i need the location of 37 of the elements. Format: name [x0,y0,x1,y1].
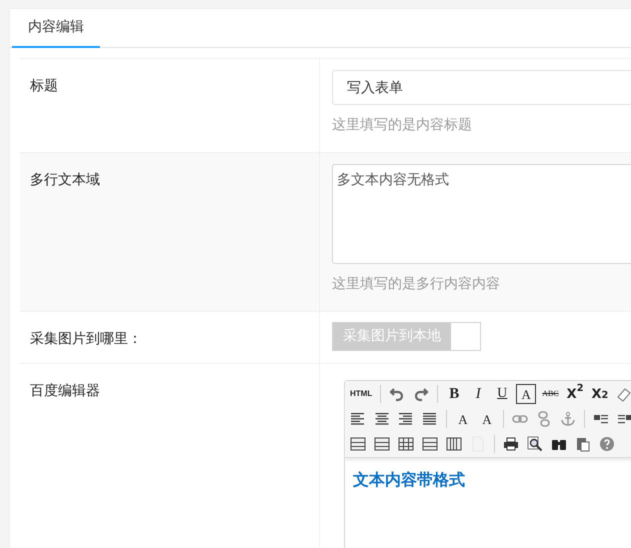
toolbar-button[interactable]: X$^{2}$ [564,384,586,404]
help-icon [599,436,615,452]
toolbar-button[interactable]: A [453,409,473,429]
multiline-textarea[interactable]: 多文本内容无格式 [332,164,631,264]
printer-icon [503,436,519,452]
toolbar-button[interactable]: HTML [348,384,374,404]
toolbar-button[interactable]: A [477,409,497,429]
editor-content: 文本内容带格式 [352,469,466,491]
align-icon [374,411,390,427]
field-label: 标题 [30,78,58,94]
table-icon [350,436,366,452]
toolbar-button[interactable]: B [444,384,464,404]
magnifier-icon [527,436,543,452]
clipboard-icon [575,436,591,452]
table-icon [398,436,414,452]
field-label: 百度编辑器 [30,383,100,399]
redo-icon [413,386,430,402]
unlink-icon [536,411,552,427]
field-hint: 这里填写的是内容标题 [332,116,473,135]
toolbar-button[interactable]: I [468,384,488,404]
field-label: 多行文本域 [30,172,100,188]
field-hint: 这里填写的是多行内容内容 [332,275,501,294]
toolbar-button[interactable]: A [516,384,536,404]
toolbar-button[interactable]: ABC [540,384,561,404]
table-icon [446,436,462,452]
table-icon [422,436,438,452]
align-icon [422,411,438,427]
table-icon [374,436,390,452]
toolbar-button[interactable]: U [492,384,512,404]
align-icon [350,411,366,427]
tab[interactable]: 内容编辑 [12,9,100,48]
title-input[interactable]: 写入表单 [332,70,631,105]
undo-icon [389,386,406,402]
toolbar-button[interactable] [525,434,545,454]
anchor-icon [560,411,576,427]
align-icon [398,411,414,427]
field-label: 采集图片到哪里： [30,331,142,347]
